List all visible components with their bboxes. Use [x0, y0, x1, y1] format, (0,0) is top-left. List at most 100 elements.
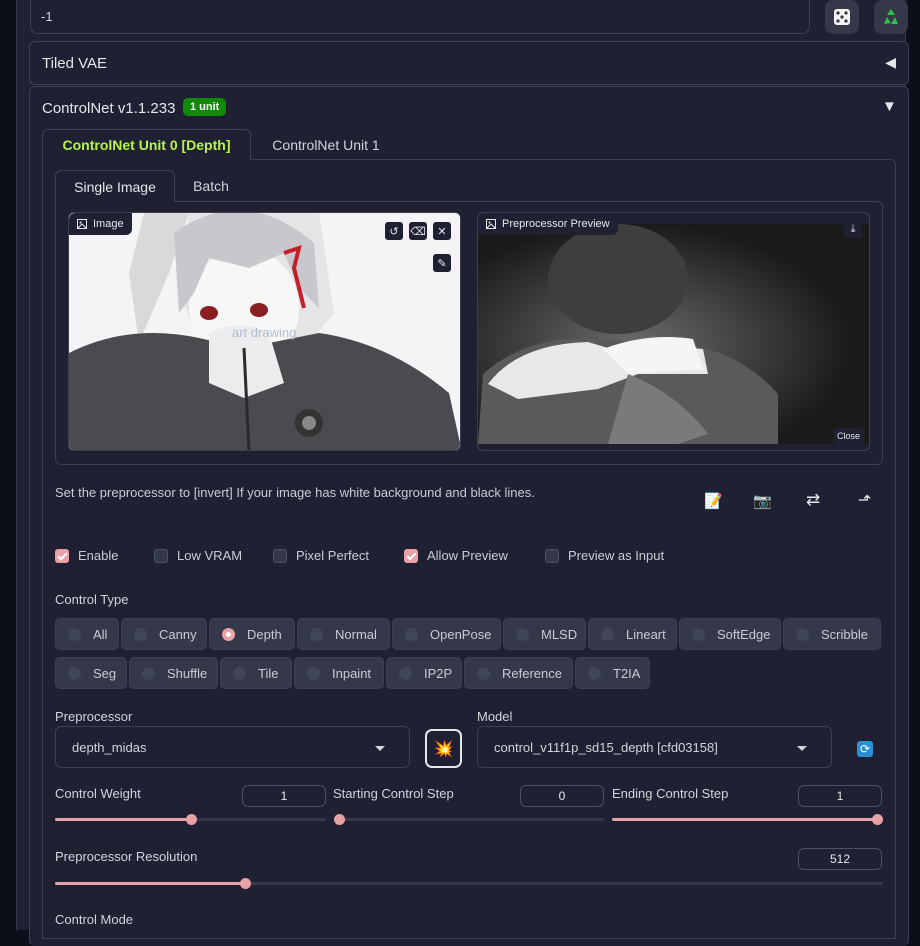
- image-icon: [486, 219, 496, 229]
- allow-preview-label: Allow Preview: [427, 548, 508, 563]
- notepad-icon[interactable]: 📝: [704, 492, 723, 510]
- control-type-normal[interactable]: Normal: [297, 618, 390, 650]
- image-upload-area[interactable]: art drawing Image ↺ ⌫ ✕ ✎: [68, 212, 461, 451]
- image-watermark-text: art drawing: [232, 325, 296, 340]
- tiled-vae-title: Tiled VAE: [42, 55, 108, 72]
- preprocessor-resolution-slider[interactable]: [55, 878, 883, 889]
- preprocessor-hint: Set the preprocessor to [invert] If your…: [55, 485, 535, 500]
- control-type-option-label: Scribble: [821, 626, 868, 642]
- seed-input[interactable]: -1: [30, 0, 810, 34]
- control-type-t2ia[interactable]: T2IA: [575, 657, 650, 689]
- control-type-option-label: Depth: [247, 626, 282, 642]
- ending-step-input[interactable]: 1: [798, 785, 882, 807]
- pixel-perfect-checkbox[interactable]: Pixel Perfect: [273, 548, 369, 563]
- reuse-seed-button[interactable]: [874, 0, 908, 34]
- radio-icon: [307, 666, 320, 680]
- starting-step-slider[interactable]: [334, 814, 604, 825]
- undo-icon[interactable]: ↺: [385, 222, 403, 240]
- expand-arrow-icon[interactable]: ▼: [882, 98, 897, 115]
- checkbox-checked-icon: [404, 548, 418, 563]
- control-type-softedge[interactable]: SoftEdge: [679, 618, 781, 650]
- radio-icon: [233, 666, 246, 680]
- ending-step-label: Ending Control Step: [612, 786, 729, 801]
- tab-controlnet-unit-0[interactable]: ControlNet Unit 0 [Depth]: [42, 129, 251, 160]
- brush-icon[interactable]: ✎: [433, 254, 451, 272]
- collapse-arrow-icon[interactable]: ◀: [885, 54, 896, 71]
- depth-map-image: [478, 224, 869, 444]
- image-label: Image: [69, 213, 132, 235]
- slider-fill: [55, 818, 191, 821]
- slider-thumb[interactable]: [334, 814, 345, 825]
- preview-as-input-label: Preview as Input: [568, 548, 665, 563]
- run-preprocessor-button[interactable]: 💥: [425, 729, 462, 768]
- model-label: Model: [477, 709, 513, 724]
- starting-step-input[interactable]: 0: [520, 785, 604, 807]
- control-type-option-label: MLSD: [541, 626, 578, 642]
- enable-checkbox[interactable]: Enable: [55, 548, 118, 563]
- control-type-option-label: Reference: [502, 665, 562, 681]
- preview-label-text: Preprocessor Preview: [502, 218, 610, 230]
- control-type-tile[interactable]: Tile: [220, 657, 292, 689]
- control-type-openpose[interactable]: OpenPose: [392, 618, 501, 650]
- input-image: art drawing: [69, 213, 460, 450]
- random-seed-button[interactable]: [825, 0, 859, 34]
- control-type-ip2p[interactable]: IP2P: [386, 657, 462, 689]
- control-type-reference[interactable]: Reference: [464, 657, 573, 689]
- preprocessor-dropdown[interactable]: depth_midas: [55, 726, 410, 768]
- recycle-icon: [884, 9, 898, 24]
- close-preview-button[interactable]: Close: [833, 428, 865, 444]
- checkbox-unchecked-icon: [545, 548, 559, 563]
- control-type-seg[interactable]: Seg: [55, 657, 127, 689]
- allow-preview-checkbox[interactable]: Allow Preview: [404, 548, 508, 563]
- model-dropdown[interactable]: control_v11f1p_sd15_depth [cfd03158]: [477, 726, 832, 768]
- control-type-inpaint[interactable]: Inpaint: [294, 657, 384, 689]
- model-value: control_v11f1p_sd15_depth [cfd03158]: [494, 739, 718, 755]
- radio-icon: [405, 627, 418, 641]
- control-type-all[interactable]: All: [55, 618, 119, 650]
- preview-as-input-checkbox[interactable]: Preview as Input: [545, 548, 664, 563]
- close-icon[interactable]: ✕: [433, 222, 451, 240]
- pixel-perfect-label: Pixel Perfect: [296, 548, 369, 563]
- control-type-option-label: Shuffle: [167, 665, 208, 681]
- swap-icon[interactable]: ⇄: [806, 490, 820, 510]
- tab-single-image[interactable]: Single Image: [55, 170, 175, 202]
- control-weight-slider[interactable]: [55, 814, 326, 825]
- control-type-option-label: SoftEdge: [717, 626, 771, 642]
- eraser-icon[interactable]: ⌫: [409, 222, 427, 240]
- send-dimensions-icon[interactable]: ⬏: [858, 490, 871, 510]
- control-type-lineart[interactable]: Lineart: [588, 618, 677, 650]
- radio-icon: [477, 666, 490, 680]
- control-type-mlsd[interactable]: MLSD: [503, 618, 586, 650]
- radio-icon: [516, 627, 529, 641]
- control-type-option-label: T2IA: [613, 665, 641, 681]
- control-type-shuffle[interactable]: Shuffle: [129, 657, 218, 689]
- explosion-icon: 💥: [433, 740, 454, 758]
- refresh-models-icon[interactable]: ⟳: [857, 741, 873, 757]
- camera-icon[interactable]: 📷: [753, 492, 772, 510]
- unit-count-badge: 1 unit: [183, 98, 227, 116]
- control-type-scribble[interactable]: Scribble: [783, 618, 881, 650]
- slider-thumb[interactable]: [185, 814, 197, 825]
- slider-thumb[interactable]: [872, 814, 883, 825]
- tiled-vae-panel[interactable]: Tiled VAE ◀: [29, 41, 909, 85]
- preprocessor-label: Preprocessor: [55, 709, 133, 724]
- preprocessor-preview-area: Preprocessor Preview ⤓ Close: [477, 212, 870, 451]
- tab-batch[interactable]: Batch: [176, 170, 246, 202]
- image-label-text: Image: [93, 218, 124, 230]
- preprocessor-resolution-input[interactable]: 512: [798, 848, 882, 870]
- control-type-option-label: Inpaint: [332, 665, 372, 681]
- control-type-depth[interactable]: Depth: [209, 618, 295, 650]
- control-type-option-label: Tile: [258, 665, 279, 681]
- control-weight-input[interactable]: 1: [242, 785, 326, 807]
- download-icon[interactable]: ⤓: [844, 220, 862, 238]
- low-vram-checkbox[interactable]: Low VRAM: [154, 548, 242, 563]
- control-type-option-label: Seg: [93, 665, 117, 681]
- preprocessor-resolution-label: Preprocessor Resolution: [55, 849, 198, 864]
- ending-step-slider[interactable]: [612, 814, 883, 825]
- radio-icon: [601, 627, 614, 641]
- slider-fill: [612, 818, 877, 821]
- control-type-canny[interactable]: Canny: [121, 618, 207, 650]
- tab-controlnet-unit-1[interactable]: ControlNet Unit 1: [252, 129, 400, 160]
- control-type-option-label: OpenPose: [430, 626, 492, 642]
- radio-icon: [588, 666, 601, 680]
